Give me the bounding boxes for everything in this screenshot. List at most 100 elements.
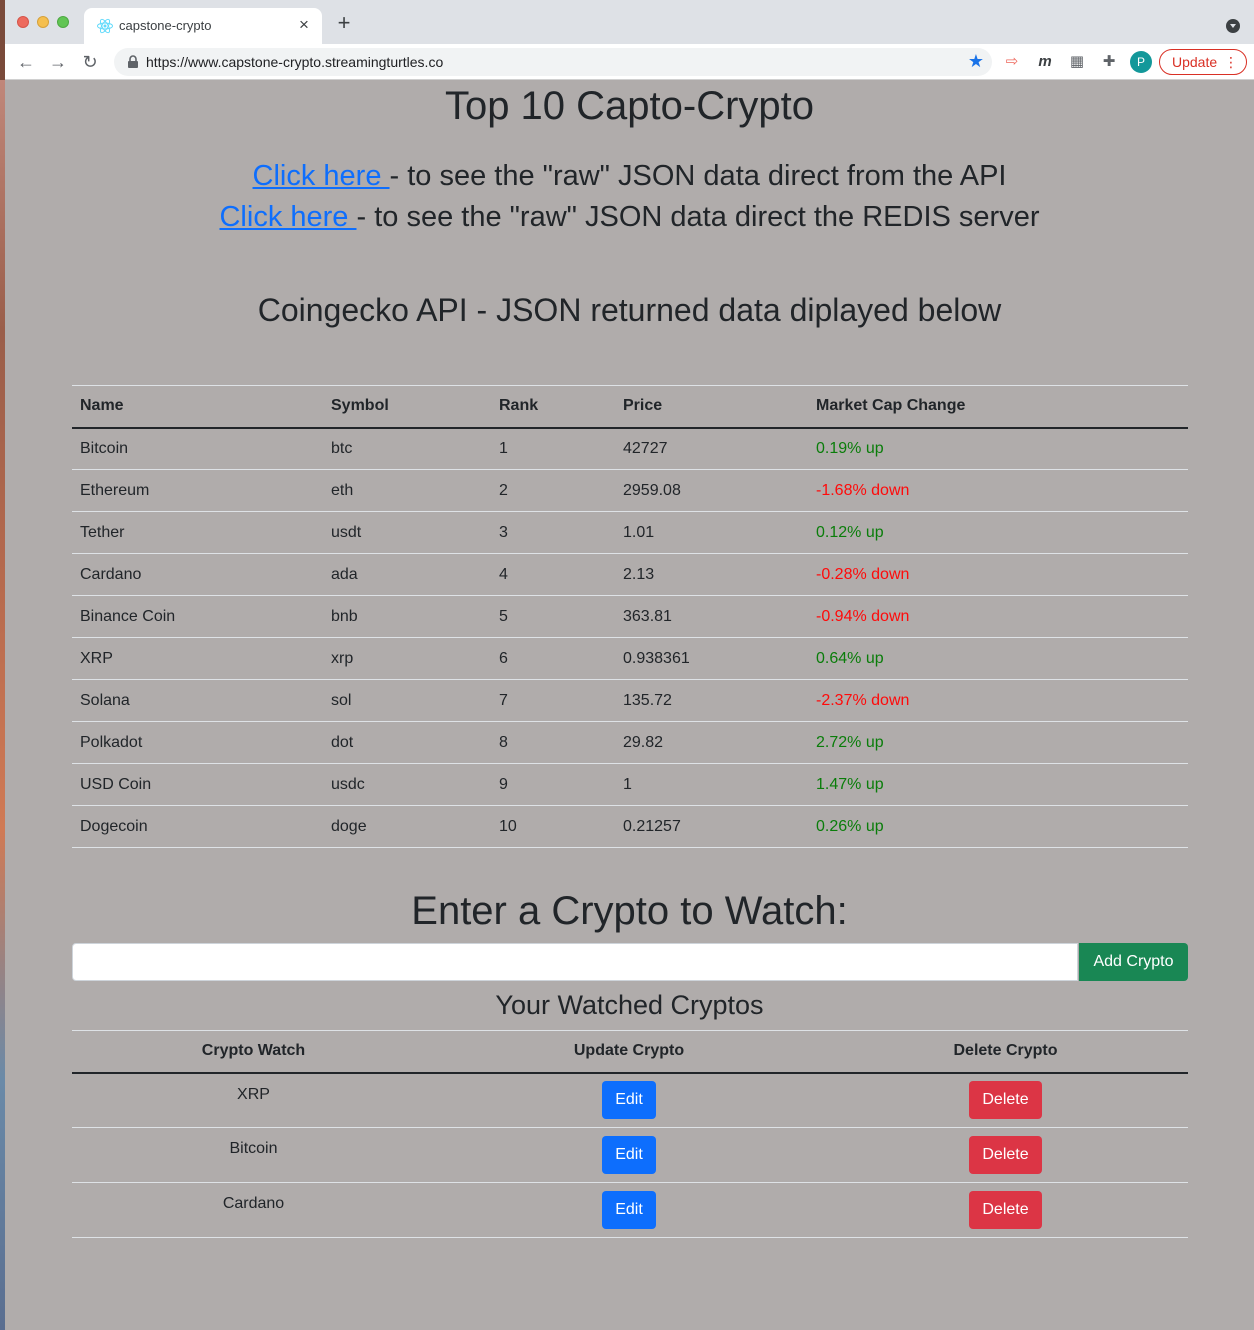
- add-crypto-button[interactable]: Add Crypto: [1079, 943, 1188, 981]
- cell-symbol: dot: [323, 721, 491, 764]
- cell-name: Bitcoin: [72, 427, 323, 470]
- cell-market-cap-change: 0.64% up: [808, 637, 1188, 680]
- column-header-update-crypto: Update Crypto: [435, 1030, 823, 1074]
- table-row: Dogecoin doge 10 0.21257 0.26% up: [72, 805, 1188, 848]
- table-row: USD Coin usdc 9 1 1.47% up: [72, 763, 1188, 806]
- extension-m-icon[interactable]: m: [1034, 51, 1056, 73]
- crypto-watch-input[interactable]: [72, 943, 1078, 981]
- watch-row: Bitcoin Edit Delete: [72, 1127, 1188, 1183]
- page-title: Top 10 Capto-Crypto: [444, 84, 815, 128]
- cell-name: Polkadot: [72, 721, 323, 764]
- raw-redis-link[interactable]: Click here: [219, 201, 356, 233]
- watch-row: XRP Edit Delete: [72, 1072, 1188, 1128]
- forward-icon[interactable]: →: [46, 50, 70, 74]
- more-menu-icon: ⋮: [1224, 54, 1238, 70]
- back-icon[interactable]: ←: [14, 50, 38, 74]
- delete-cell: Delete: [823, 1127, 1188, 1183]
- cell-price: 363.81: [615, 595, 808, 638]
- delete-button[interactable]: Delete: [969, 1081, 1042, 1120]
- table-row: Solana sol 7 135.72 -2.37% down: [72, 679, 1188, 722]
- crypto-table: Name Symbol Rank Price Market Cap Change…: [72, 385, 1188, 848]
- cell-price: 135.72: [615, 679, 808, 722]
- table-row: Tether usdt 3 1.01 0.12% up: [72, 511, 1188, 554]
- close-window-button[interactable]: [17, 16, 29, 28]
- watch-table-body: XRP Edit Delete Bitcoin Edit Delete Cardano Edi…: [72, 1072, 1188, 1238]
- cell-market-cap-change: 1.47% up: [808, 763, 1188, 806]
- update-cell: Edit: [435, 1072, 823, 1128]
- cell-market-cap-change: -2.37% down: [808, 679, 1188, 722]
- cell-rank: 9: [491, 763, 615, 806]
- cell-rank: 4: [491, 553, 615, 596]
- column-header-delete-crypto: Delete Crypto: [823, 1030, 1188, 1074]
- column-header-rank: Rank: [491, 385, 615, 429]
- watched-crypto-name: Bitcoin: [72, 1127, 435, 1183]
- redis-link-line: Click here - to see the "raw" JSON data …: [5, 201, 1254, 234]
- profile-avatar[interactable]: P: [1130, 51, 1152, 73]
- cell-rank: 8: [491, 721, 615, 764]
- cell-symbol: bnb: [323, 595, 491, 638]
- cell-price: 2959.08: [615, 469, 808, 512]
- cell-rank: 5: [491, 595, 615, 638]
- maximize-window-button[interactable]: [57, 16, 69, 28]
- update-cell: Edit: [435, 1127, 823, 1183]
- watch-heading: Enter a Crypto to Watch:: [411, 889, 848, 933]
- watched-crypto-name: XRP: [72, 1072, 435, 1128]
- address-bar[interactable]: https://www.capstone-crypto.streamingtur…: [114, 48, 992, 76]
- edit-button[interactable]: Edit: [602, 1136, 656, 1174]
- extension-grid-icon[interactable]: ▦: [1066, 51, 1088, 73]
- cell-market-cap-change: 0.19% up: [808, 427, 1188, 470]
- tab-close-icon[interactable]: ×: [294, 15, 314, 35]
- tab-search-icon[interactable]: [1226, 19, 1240, 33]
- column-header-name: Name: [72, 385, 323, 429]
- extension-arrow-icon[interactable]: ⇨: [1001, 51, 1023, 73]
- cell-symbol: eth: [323, 469, 491, 512]
- url-text: https://www.capstone-crypto.streamingtur…: [146, 54, 444, 70]
- tab-bar: capstone-crypto × +: [5, 0, 1254, 44]
- watch-table-header-row: Crypto Watch Update Crypto Delete Crypto: [72, 1030, 1188, 1074]
- extensions-puzzle-icon[interactable]: ✚: [1098, 51, 1120, 73]
- tab-capstone-crypto[interactable]: capstone-crypto ×: [84, 8, 322, 44]
- cell-name: XRP: [72, 637, 323, 680]
- cell-rank: 6: [491, 637, 615, 680]
- update-button[interactable]: Update ⋮: [1159, 49, 1247, 75]
- column-header-symbol: Symbol: [323, 385, 491, 429]
- table-row: Bitcoin btc 1 42727 0.19% up: [72, 427, 1188, 470]
- cell-rank: 10: [491, 805, 615, 848]
- cell-market-cap-change: -0.28% down: [808, 553, 1188, 596]
- cell-market-cap-change: 0.26% up: [808, 805, 1188, 848]
- cell-name: Dogecoin: [72, 805, 323, 848]
- table-row: XRP xrp 6 0.938361 0.64% up: [72, 637, 1188, 680]
- cell-rank: 7: [491, 679, 615, 722]
- cell-symbol: btc: [323, 427, 491, 470]
- edit-button[interactable]: Edit: [602, 1191, 656, 1229]
- cell-symbol: usdc: [323, 763, 491, 806]
- delete-button[interactable]: Delete: [969, 1191, 1042, 1229]
- cell-name: Tether: [72, 511, 323, 554]
- reload-icon[interactable]: ↻: [78, 50, 102, 74]
- api-link-description: - to see the "raw" JSON data direct from…: [389, 160, 1007, 192]
- cell-symbol: sol: [323, 679, 491, 722]
- watch-row: Cardano Edit Delete: [72, 1182, 1188, 1238]
- bookmark-star-icon[interactable]: ★: [968, 51, 984, 72]
- new-tab-button[interactable]: +: [333, 12, 355, 35]
- cell-price: 1: [615, 763, 808, 806]
- table-row: Polkadot dot 8 29.82 2.72% up: [72, 721, 1188, 764]
- crypto-table-body: Bitcoin btc 1 42727 0.19% up Ethereum eth 2 2959…: [72, 427, 1188, 848]
- edit-button[interactable]: Edit: [602, 1081, 656, 1120]
- cell-symbol: usdt: [323, 511, 491, 554]
- cell-rank: 1: [491, 427, 615, 470]
- raw-api-link[interactable]: Click here: [253, 160, 390, 192]
- watched-cryptos-table: Crypto Watch Update Crypto Delete Crypto…: [72, 1030, 1188, 1238]
- cell-symbol: ada: [323, 553, 491, 596]
- table-row: Binance Coin bnb 5 363.81 -0.94% down: [72, 595, 1188, 638]
- delete-cell: Delete: [823, 1072, 1188, 1128]
- cell-name: Solana: [72, 679, 323, 722]
- update-cell: Edit: [435, 1182, 823, 1238]
- cell-price: 42727: [615, 427, 808, 470]
- cell-price: 1.01: [615, 511, 808, 554]
- browser-window: capstone-crypto × + ← → ↻ https://www.ca…: [5, 0, 1254, 1330]
- cell-name: Ethereum: [72, 469, 323, 512]
- delete-button[interactable]: Delete: [969, 1136, 1042, 1174]
- cell-symbol: doge: [323, 805, 491, 848]
- minimize-window-button[interactable]: [37, 16, 49, 28]
